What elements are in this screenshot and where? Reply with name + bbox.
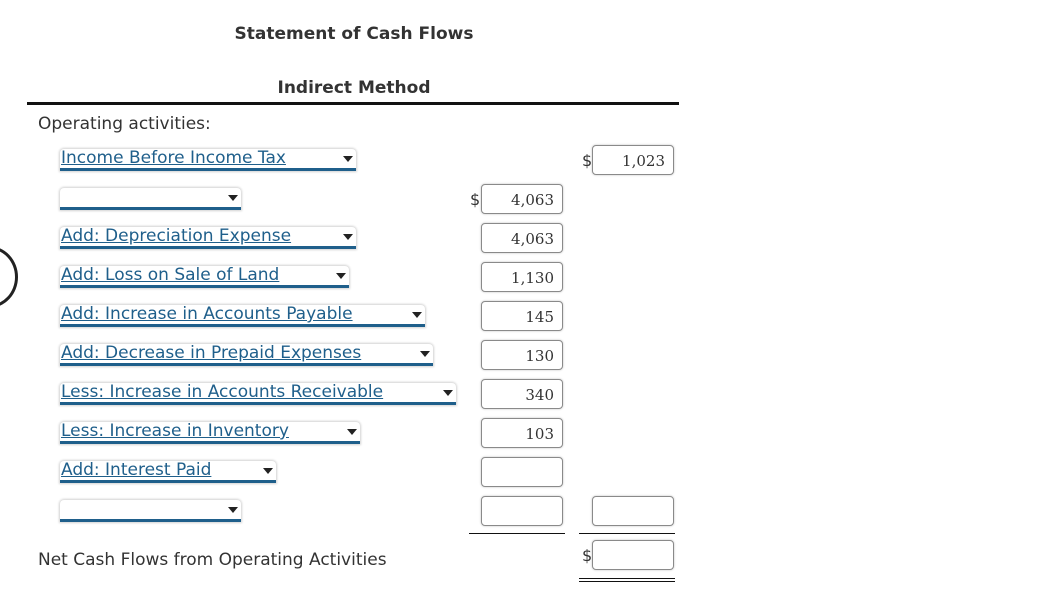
select-value: Add: Interest Paid <box>61 460 212 480</box>
chevron-down-icon <box>420 351 430 357</box>
partial-circle-icon <box>0 246 18 308</box>
amount-input[interactable]: 130 <box>481 340 563 370</box>
select-value: Add: Loss on Sale of Land <box>61 265 280 285</box>
header-divider <box>27 102 679 105</box>
subtotal-underline <box>469 533 565 534</box>
amount-input[interactable] <box>481 496 563 526</box>
chevron-down-icon <box>263 468 273 474</box>
chevron-down-icon <box>336 273 346 279</box>
amount-input[interactable]: 145 <box>481 301 563 331</box>
chevron-down-icon <box>343 234 353 240</box>
select-value: Less: Increase in Accounts Receivable <box>61 382 384 402</box>
line-item-select[interactable]: Add: Increase in Accounts Payable <box>60 304 425 327</box>
net-cash-flows-input[interactable] <box>592 540 674 570</box>
chevron-down-icon <box>412 312 422 318</box>
select-value: Add: Increase in Accounts Payable <box>61 304 353 324</box>
line-item-select[interactable]: Add: Loss on Sale of Land <box>60 265 349 288</box>
line-item-select[interactable]: Add: Depreciation Expense <box>60 226 356 249</box>
line-item-select[interactable] <box>60 500 241 522</box>
chevron-down-icon <box>343 156 353 162</box>
subtotal-underline <box>579 533 675 534</box>
amount-input[interactable]: 4,063 <box>481 184 563 214</box>
chevron-down-icon <box>228 195 238 201</box>
select-value: Add: Depreciation Expense <box>61 226 292 246</box>
dollar-sign: $ <box>582 546 593 565</box>
chevron-down-icon <box>228 507 238 513</box>
page-subtitle: Indirect Method <box>277 78 431 98</box>
amount-input-total[interactable] <box>592 496 674 526</box>
line-item-select[interactable] <box>60 188 241 210</box>
line-item-select[interactable]: Add: Interest Paid <box>60 460 276 483</box>
total-double-underline-bottom <box>579 581 675 582</box>
select-value: Add: Decrease in Prepaid Expenses <box>61 343 362 363</box>
dollar-sign: $ <box>470 190 481 209</box>
amount-input[interactable]: 4,063 <box>481 223 563 253</box>
amount-input[interactable]: 103 <box>481 418 563 448</box>
net-cash-flows-label: Net Cash Flows from Operating Activities <box>38 550 387 570</box>
line-item-select[interactable]: Income Before Income Tax <box>60 148 356 171</box>
select-value: Less: Increase in Inventory <box>61 421 289 441</box>
amount-input[interactable]: 1,130 <box>481 262 563 292</box>
amount-input[interactable]: 340 <box>481 379 563 409</box>
line-item-select[interactable]: Less: Increase in Inventory <box>60 421 360 444</box>
page-title: Statement of Cash Flows <box>234 24 474 44</box>
line-item-select[interactable]: Less: Increase in Accounts Receivable <box>60 382 456 405</box>
total-double-underline-top <box>579 578 675 579</box>
dollar-sign: $ <box>582 151 593 170</box>
chevron-down-icon <box>443 390 453 396</box>
section-label: Operating activities: <box>38 114 211 134</box>
amount-input[interactable] <box>481 457 563 487</box>
amount-input-total[interactable]: 1,023 <box>592 145 674 175</box>
select-value: Income Before Income Tax <box>61 148 286 168</box>
line-item-select[interactable]: Add: Decrease in Prepaid Expenses <box>60 343 433 366</box>
chevron-down-icon <box>347 429 357 435</box>
